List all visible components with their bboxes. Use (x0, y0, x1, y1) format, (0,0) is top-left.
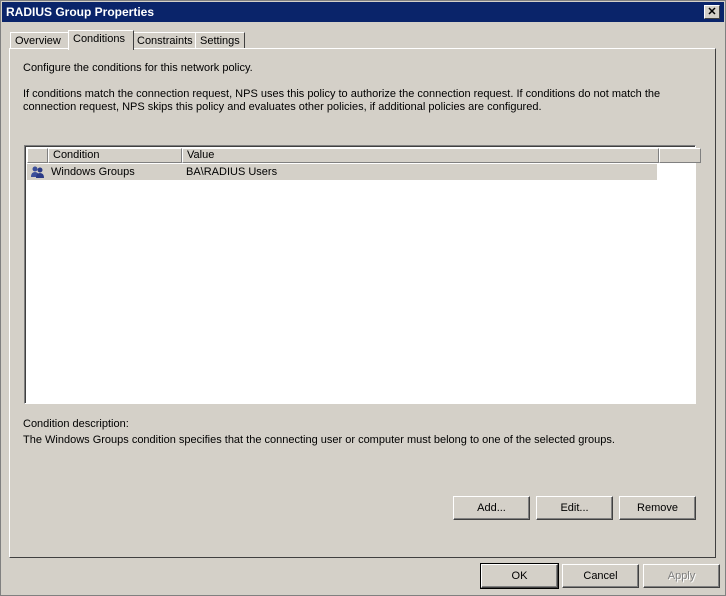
apply-button-label: Apply (667, 570, 696, 582)
tab-settings-label: Settings (200, 35, 240, 47)
icon-column-header[interactable] (27, 148, 48, 163)
close-icon: ✕ (707, 6, 717, 18)
user-group-icon (31, 166, 44, 178)
tab-overview-label: Overview (15, 35, 61, 47)
condition-column-header[interactable]: Condition (48, 148, 182, 163)
value-column-label: Value (187, 149, 215, 161)
ok-button[interactable]: OK (480, 563, 559, 589)
cancel-button[interactable]: Cancel (562, 564, 639, 588)
value-cell: BA\RADIUS Users (186, 166, 278, 178)
intro-text: Configure the conditions for this networ… (23, 62, 253, 74)
description-text: The Windows Groups condition specifies t… (23, 434, 615, 446)
add-button-label: Add... (477, 502, 506, 514)
cancel-button-label: Cancel (583, 570, 618, 582)
tab-constraints-label: Constraints (137, 35, 193, 47)
conditions-panel: Configure the conditions for this networ… (9, 48, 716, 558)
explanation-line-2: connection request, NPS skips this polic… (23, 101, 542, 113)
title-bar[interactable]: RADIUS Group Properties ✕ (2, 2, 724, 22)
window-title: RADIUS Group Properties (6, 5, 155, 19)
tab-conditions-label: Conditions (73, 33, 125, 45)
filler-column-header (659, 148, 701, 163)
condition-cell: Windows Groups (51, 166, 135, 178)
list-header: Condition Value (27, 148, 701, 163)
explanation-line-1: If conditions match the connection reque… (23, 88, 661, 100)
condition-column-label: Condition (53, 149, 100, 161)
conditions-list[interactable]: Condition Value Windows Groups BA\RADIUS… (24, 145, 701, 404)
close-button[interactable]: ✕ (704, 5, 720, 19)
table-row[interactable]: Windows Groups BA\RADIUS Users (27, 164, 657, 180)
tab-conditions[interactable]: Conditions (68, 30, 134, 50)
remove-button[interactable]: Remove (619, 496, 696, 520)
dialog-window: RADIUS Group Properties ✕ Overview Condi… (0, 0, 726, 596)
description-label: Condition description: (23, 418, 129, 430)
ok-button-label: OK (511, 570, 528, 582)
apply-button[interactable]: Apply (643, 564, 720, 588)
edit-button-label: Edit... (560, 502, 589, 514)
value-column-header[interactable]: Value (182, 148, 659, 163)
add-button[interactable]: Add... (453, 496, 530, 520)
remove-button-label: Remove (637, 502, 678, 514)
edit-button[interactable]: Edit... (536, 496, 613, 520)
